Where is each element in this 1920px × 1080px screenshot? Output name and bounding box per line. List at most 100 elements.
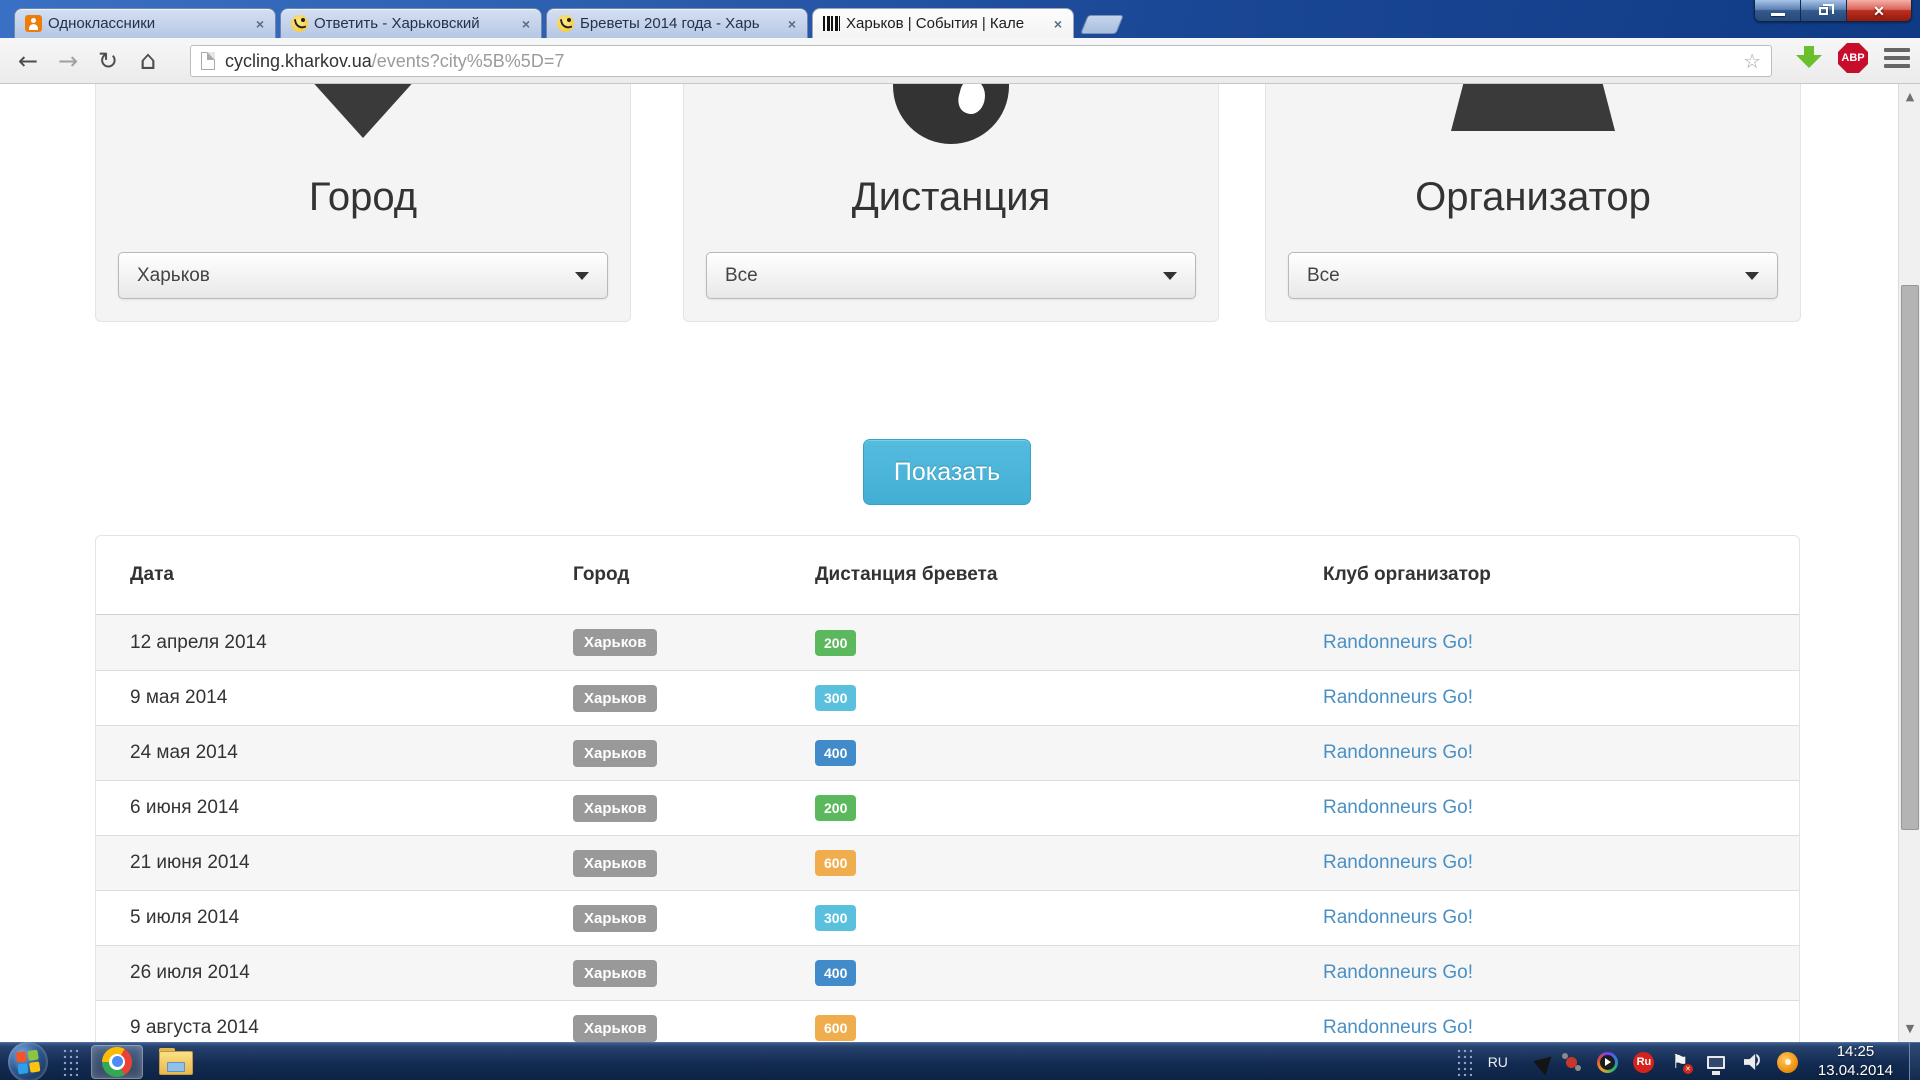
browser-tab-3[interactable]: Бреветы 2014 года - Харь× — [546, 8, 808, 38]
distance-badge: 200 — [815, 795, 856, 821]
table-header-row: Дата Город Дистанция бревета Клуб органи… — [96, 536, 1799, 615]
browser-tab-1[interactable]: Одноклассники × — [14, 8, 276, 38]
start-button[interactable] — [8, 1042, 48, 1080]
card-title-organizer: Организатор — [1266, 175, 1800, 220]
tab-title: Одноклассники — [48, 15, 247, 32]
molecule-icon[interactable] — [1561, 1051, 1583, 1073]
scroll-up-icon[interactable]: ▲ — [1899, 84, 1920, 110]
page-icon — [201, 52, 215, 70]
tab-title: Харьков | События | Кале — [846, 15, 1045, 32]
events-table: Дата Город Дистанция бревета Клуб органи… — [95, 535, 1800, 1042]
window-controls: ✕ — [1754, 0, 1912, 22]
city-badge: Харьков — [573, 960, 657, 987]
tab-close-icon[interactable]: × — [253, 16, 267, 32]
city-select[interactable]: Харьков — [118, 252, 608, 299]
event-row: 26 июля 2014Харьков400Randonneurs Go! — [96, 945, 1799, 1000]
cyclist-icon — [291, 15, 308, 32]
bookmark-star-icon[interactable]: ☆ — [1743, 49, 1761, 73]
network-icon[interactable] — [1705, 1051, 1727, 1073]
scrollbar[interactable]: ▲ ▼ — [1898, 84, 1920, 1042]
header-city: Город — [573, 564, 815, 586]
new-tab-button[interactable] — [1080, 15, 1124, 34]
close-icon: ✕ — [1873, 4, 1885, 18]
club-link[interactable]: Randonneurs Go! — [1323, 907, 1473, 928]
taskbar-explorer-button[interactable] — [149, 1045, 203, 1079]
event-date: 5 июля 2014 — [130, 907, 573, 929]
volume-icon[interactable] — [1741, 1051, 1763, 1073]
city-badge: Харьков — [573, 685, 657, 712]
chrome-menu-icon[interactable] — [1884, 48, 1910, 68]
map-marker-icon — [309, 84, 417, 138]
tab-close-icon[interactable]: × — [785, 16, 799, 32]
tab-close-icon[interactable]: × — [519, 16, 533, 32]
minimize-button[interactable] — [1755, 0, 1801, 21]
restore-button[interactable] — [1801, 0, 1847, 21]
tab-title: Ответить - Харьковский — [314, 15, 513, 32]
home-button[interactable]: ⌂ — [128, 41, 168, 81]
city-badge: Харьков — [573, 905, 657, 932]
caret-down-icon — [575, 272, 589, 280]
organizer-select-value: Все — [1307, 265, 1745, 287]
club-link[interactable]: Randonneurs Go! — [1323, 962, 1473, 983]
show-desktop-button[interactable] — [1909, 1043, 1920, 1080]
minimize-icon — [1771, 13, 1785, 16]
windows-logo-icon — [16, 1049, 41, 1074]
distance-badge: 600 — [815, 850, 856, 876]
taskbar: RU Ru ⚑ 14:25 13.04.2014 — [0, 1042, 1920, 1080]
browser-tab-2[interactable]: Ответить - Харьковский × — [280, 8, 542, 38]
show-button[interactable]: Показать — [863, 439, 1031, 505]
event-date: 6 июня 2014 — [130, 797, 573, 819]
city-badge: Харьков — [573, 740, 657, 767]
cyclist-icon — [557, 15, 574, 32]
organizer-select[interactable]: Все — [1288, 252, 1778, 299]
header-club: Клуб организатор — [1323, 564, 1799, 586]
close-button[interactable]: ✕ — [1847, 0, 1911, 21]
event-date: 24 мая 2014 — [130, 742, 573, 764]
taskbar-clock[interactable]: 14:25 13.04.2014 — [1818, 1043, 1893, 1080]
tab-close-icon[interactable]: × — [1051, 16, 1065, 32]
scrollbar-thumb[interactable] — [1901, 285, 1919, 830]
scroll-down-icon[interactable]: ▼ — [1899, 1016, 1920, 1042]
event-date: 12 апреля 2014 — [130, 632, 573, 654]
event-date: 9 августа 2014 — [130, 1017, 573, 1039]
media-player-icon[interactable] — [1597, 1051, 1619, 1073]
filter-card-distance: Дистанция Все — [683, 84, 1219, 322]
event-row: 5 июля 2014Харьков300Randonneurs Go! — [96, 890, 1799, 945]
taskbar-chrome-button[interactable] — [91, 1045, 143, 1079]
address-bar[interactable]: cycling.kharkov.ua/events?city%5B%5D=7 ☆ — [190, 45, 1772, 77]
club-link[interactable]: Randonneurs Go! — [1323, 852, 1473, 873]
language-indicator[interactable]: RU — [1488, 1054, 1508, 1070]
rutracker-icon[interactable]: Ru — [1633, 1051, 1655, 1073]
person-icon — [1451, 84, 1615, 131]
url-text: cycling.kharkov.ua/events?city%5B%5D=7 — [225, 51, 564, 72]
flag-alert-icon[interactable]: ⚑ — [1669, 1051, 1691, 1073]
club-link[interactable]: Randonneurs Go! — [1323, 1017, 1473, 1038]
adblock-icon[interactable]: ABP — [1838, 43, 1868, 73]
megaphone-icon[interactable] — [1525, 1051, 1547, 1073]
url-domain: cycling.kharkov.ua — [225, 51, 372, 71]
tab-strip: Одноклассники×Ответить - Харьковский×Бре… — [14, 6, 1120, 38]
city-select-value: Харьков — [137, 265, 575, 287]
download-extension-icon[interactable] — [1796, 45, 1822, 71]
clock-time: 14:25 — [1818, 1043, 1893, 1062]
restore-icon — [1819, 7, 1828, 15]
club-link[interactable]: Randonneurs Go! — [1323, 687, 1473, 708]
forward-button[interactable]: → — [48, 41, 88, 81]
distance-badge: 300 — [815, 685, 856, 711]
distance-select[interactable]: Все — [706, 252, 1196, 299]
folder-icon — [159, 1048, 193, 1075]
reload-button[interactable]: ↻ — [88, 41, 128, 81]
club-link[interactable]: Randonneurs Go! — [1323, 742, 1473, 763]
event-row: 21 июня 2014Харьков600Randonneurs Go! — [96, 835, 1799, 890]
city-badge: Харьков — [573, 629, 657, 656]
back-button[interactable]: ← — [8, 41, 48, 81]
barcode-icon — [823, 16, 840, 31]
city-badge: Харьков — [573, 795, 657, 822]
filter-card-city: Город Харьков — [95, 84, 631, 322]
club-link[interactable]: Randonneurs Go! — [1323, 797, 1473, 818]
club-link[interactable]: Randonneurs Go! — [1323, 632, 1473, 653]
antivirus-icon[interactable] — [1777, 1051, 1799, 1073]
header-date: Дата — [130, 564, 573, 586]
extensions-area: ABP — [1796, 43, 1910, 73]
browser-tab-4[interactable]: Харьков | События | Кале × — [812, 8, 1074, 38]
